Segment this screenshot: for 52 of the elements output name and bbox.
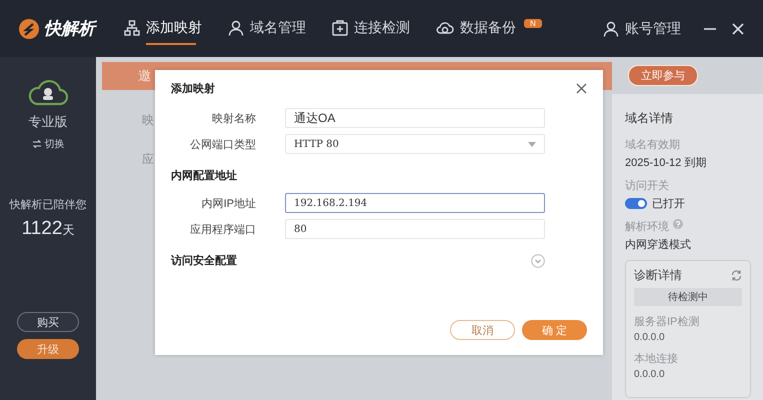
nav-tab[interactable]: 连接检测: [332, 12, 410, 44]
cancel-button[interactable]: 取消: [450, 320, 515, 340]
detail-value: 内网穿透模式: [625, 238, 691, 252]
field-label: 内网IP地址: [200, 196, 256, 210]
field-label: 应用程序端口: [189, 222, 256, 236]
card-title: 诊断详情: [634, 267, 682, 284]
app-logo-text: 快解析: [44, 18, 95, 40]
detail-value: 已打开: [652, 197, 685, 211]
edition-label: 专业版: [28, 113, 68, 131]
person-icon: [228, 20, 244, 36]
section-title: 访问安全配置: [171, 254, 237, 268]
companion-text: 快解析已陪伴您: [10, 198, 86, 212]
detail-label: 域名有效期: [625, 139, 680, 151]
account-button[interactable]: 账号管理: [597, 18, 687, 38]
refresh-icon[interactable]: [731, 270, 742, 281]
nav-tab[interactable]: 添加映射: [124, 12, 202, 44]
form-label: 应: [142, 151, 154, 168]
form-label: 映: [142, 112, 154, 129]
input-field[interactable]: 192.168.2.194: [285, 193, 545, 213]
help-icon: [673, 219, 683, 229]
plus-box-icon: [332, 20, 348, 36]
person-icon: [603, 20, 619, 36]
access-toggle[interactable]: [625, 198, 647, 209]
field-label: 映射名称: [211, 112, 256, 126]
status-bar: 待检测中: [634, 288, 742, 306]
section-title: 内网配置地址: [171, 168, 237, 183]
network-icon: [124, 20, 140, 36]
check-value: 0.0.0.0: [634, 369, 666, 380]
buy-button[interactable]: 购买: [17, 312, 79, 332]
input-field[interactable]: 80: [285, 219, 545, 239]
check-value: 0.0.0.0: [634, 332, 666, 343]
input-field[interactable]: 通达OA: [285, 108, 545, 128]
port-type-dropdown[interactable]: HTTP 80: [285, 134, 545, 154]
check-label: 本地连接: [634, 352, 679, 366]
dialog-title: 添加映射: [171, 82, 215, 96]
detail-label: 解析环境: [625, 220, 669, 234]
detail-label: 访问开关: [625, 180, 669, 192]
days-count: 1122天: [22, 218, 74, 240]
nav-tab[interactable]: 域名管理: [228, 12, 306, 44]
close-icon[interactable]: [576, 82, 587, 94]
banner-text: 邀: [138, 67, 151, 85]
new-badge: N: [524, 18, 542, 28]
panel-title: 域名详情: [625, 110, 674, 127]
check-label: 服务器IP检测: [634, 315, 700, 329]
detail-value: 2025-10-12 到期: [625, 156, 706, 170]
dropdown-caret-icon: [528, 142, 536, 146]
field-label: 公网端口类型: [189, 138, 256, 152]
logo-icon: [18, 18, 40, 40]
nav-tab[interactable]: 数据备份 N: [436, 12, 542, 44]
switch-link[interactable]: 切换: [44, 137, 64, 151]
swap-arrows-icon: [32, 140, 42, 148]
cloud-icon: [436, 20, 454, 36]
